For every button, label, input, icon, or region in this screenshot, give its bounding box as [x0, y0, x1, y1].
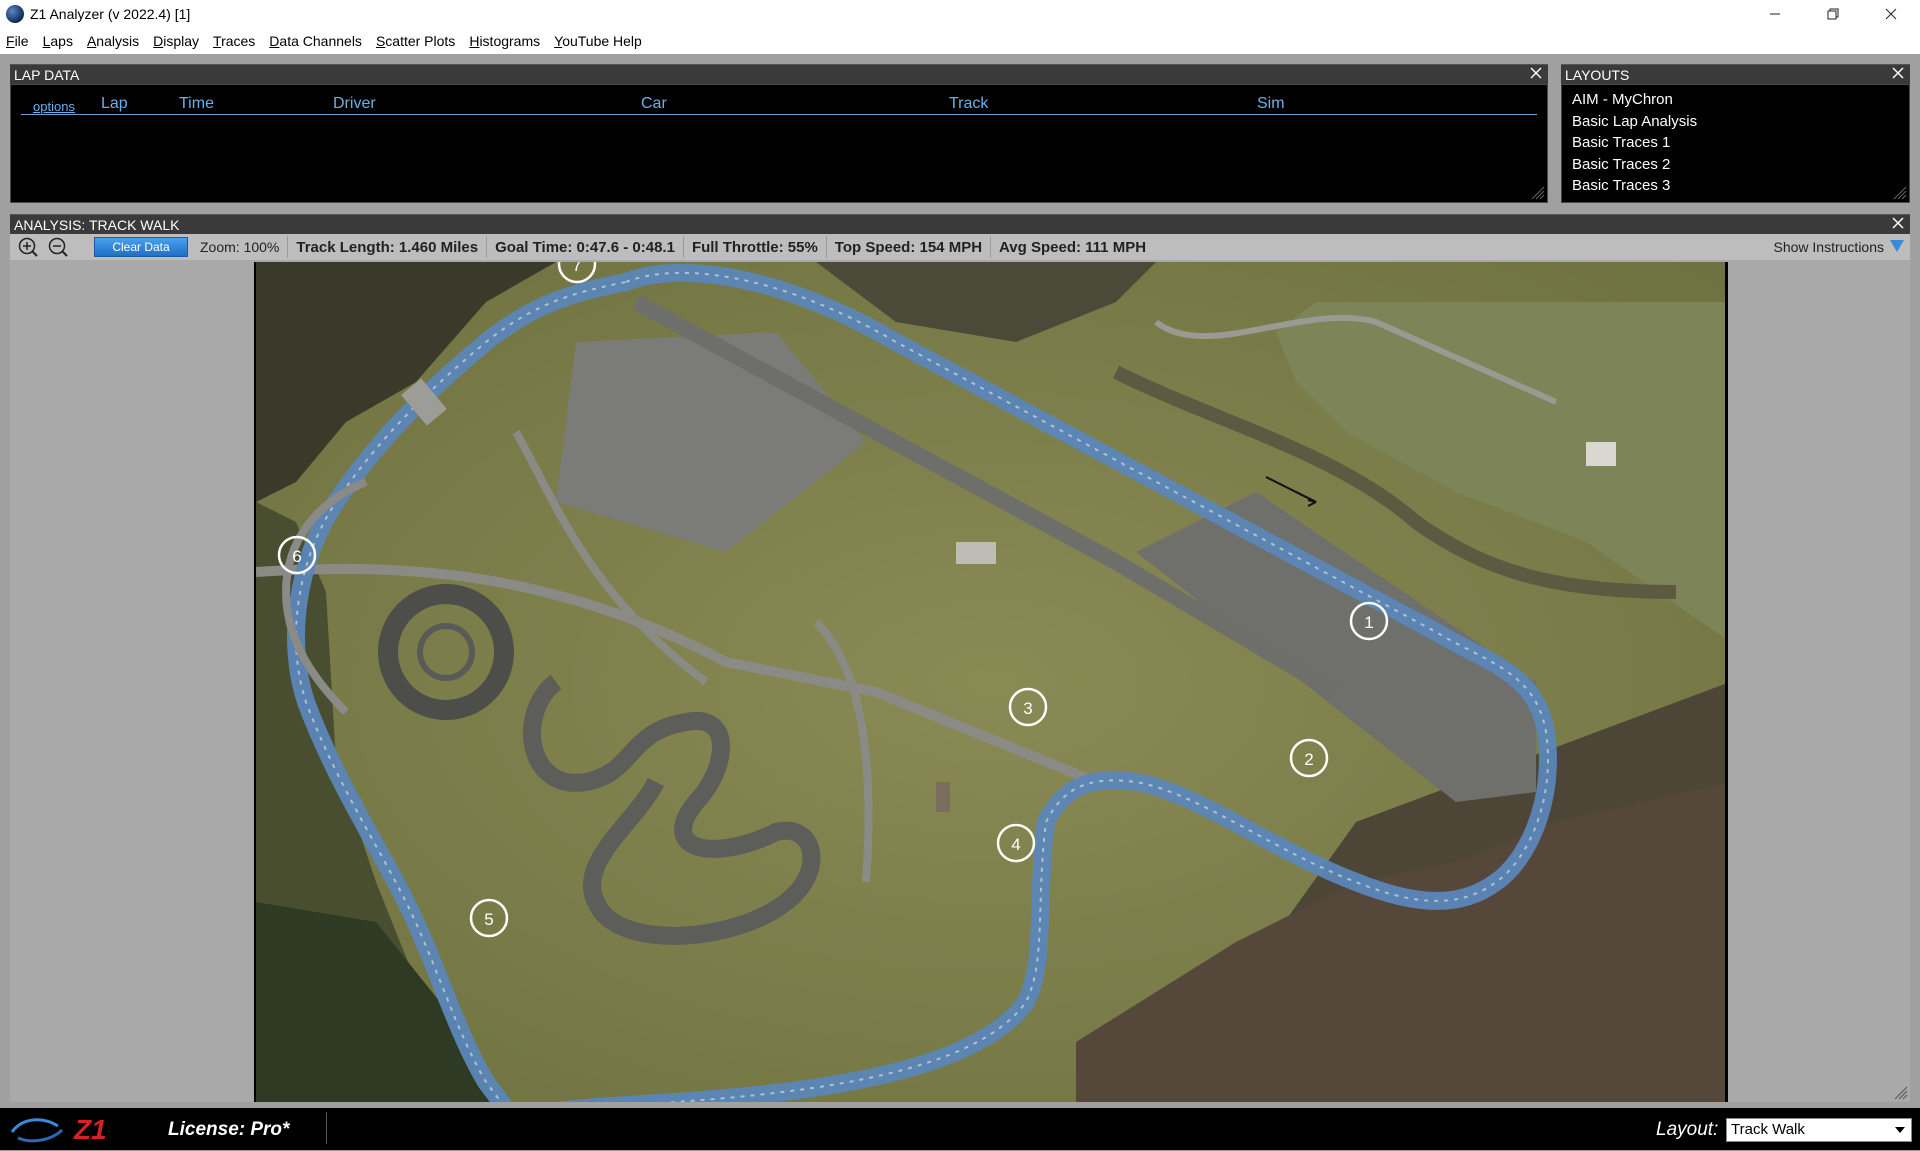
svg-text:1: 1 [1364, 613, 1373, 632]
lap-data-close-button[interactable] [1528, 66, 1544, 82]
menu-bar: File Laps Analysis Display Traces Data C… [0, 28, 1920, 54]
svg-text:4: 4 [1011, 835, 1020, 854]
menu-laps[interactable]: Laps [43, 33, 73, 49]
license-label: License: Pro* [168, 1119, 290, 1140]
analysis-header: ANALYSIS: TRACK WALK [10, 214, 1910, 234]
svg-text:7: 7 [572, 262, 581, 275]
restore-icon [1827, 8, 1839, 20]
column-lap[interactable]: Lap [101, 95, 128, 113]
menu-scatter-plots[interactable]: Scatter Plots [376, 33, 455, 49]
resize-grip-icon[interactable] [1531, 186, 1545, 200]
divider [326, 1112, 327, 1144]
analysis-title: ANALYSIS: TRACK WALK [14, 216, 180, 233]
track-map[interactable]: 1 2 3 4 5 6 7 [254, 262, 1728, 1102]
track-map-area: 1 2 3 4 5 6 7 [10, 260, 1910, 1102]
layout-label: Layout: [1656, 1119, 1719, 1140]
zoom-in-icon [18, 237, 38, 257]
column-driver[interactable]: Driver [333, 95, 376, 113]
analysis-close-button[interactable] [1890, 216, 1906, 232]
minimize-icon [1770, 13, 1780, 15]
app-icon [6, 5, 24, 23]
layout-item-basic-lap-analysis[interactable]: Basic Lap Analysis [1572, 111, 1697, 133]
chevron-down-icon [1895, 1127, 1905, 1133]
lap-data-column-headers: options Lap Time Driver Car Track Sim [21, 95, 1537, 115]
track-length: Track Length: 1.460 Miles [296, 238, 479, 256]
resize-grip-icon[interactable] [1893, 186, 1907, 200]
menu-file[interactable]: File [6, 33, 29, 49]
menu-youtube-help[interactable]: YouTube Help [554, 33, 642, 49]
avg-speed: Avg Speed: 111 MPH [999, 238, 1147, 256]
layout-item-basic-traces-2[interactable]: Basic Traces 2 [1572, 154, 1697, 176]
divider [287, 236, 289, 258]
layout-item-basic-traces-3[interactable]: Basic Traces 3 [1572, 175, 1697, 197]
title-bar: Z1 Analyzer (v 2022.4) [1] [0, 0, 1920, 28]
column-track[interactable]: Track [949, 95, 988, 113]
lap-data-table: options Lap Time Driver Car Track Sim [10, 84, 1548, 203]
menu-analysis[interactable]: Analysis [87, 33, 139, 49]
svg-text:2: 2 [1304, 750, 1313, 769]
z1-logo-icon: Z1 [10, 1114, 107, 1145]
close-icon [1892, 217, 1904, 229]
analysis-toolbar: Clear Data Zoom: 100% Track Length: 1.46… [10, 234, 1910, 260]
window-title: Z1 Analyzer (v 2022.4) [1] [30, 6, 191, 22]
layout-item-aim-mychron[interactable]: AIM - MyChron [1572, 89, 1697, 111]
layouts-header: LAYOUTS [1561, 64, 1910, 84]
full-throttle: Full Throttle: 55% [691, 238, 818, 256]
divider [825, 236, 827, 258]
zoom-level: Zoom: 100% [200, 239, 280, 255]
column-sim[interactable]: Sim [1257, 95, 1285, 113]
svg-text:Z1: Z1 [73, 1114, 107, 1145]
clear-data-button[interactable]: Clear Data [94, 237, 188, 257]
divider [990, 236, 992, 258]
close-icon [1885, 8, 1897, 20]
close-icon [1892, 67, 1904, 79]
menu-histograms[interactable]: Histograms [469, 33, 540, 49]
layouts-title: LAYOUTS [1565, 66, 1630, 83]
divider [486, 236, 488, 258]
svg-text:6: 6 [292, 547, 301, 566]
layout-select-value: Track Walk [1731, 1121, 1805, 1138]
triangle-down-icon[interactable] [1890, 240, 1904, 252]
top-speed: Top Speed: 154 MPH [834, 238, 983, 256]
close-button[interactable] [1862, 0, 1920, 28]
svg-text:5: 5 [484, 910, 493, 929]
layouts-close-button[interactable] [1890, 66, 1906, 82]
show-instructions-button[interactable]: Show Instructions [1774, 239, 1885, 255]
column-time[interactable]: Time [179, 95, 214, 113]
column-car[interactable]: Car [641, 95, 667, 113]
goal-time: Goal Time: 0:47.6 - 0:48.1 [495, 238, 675, 256]
zoom-in-button[interactable] [16, 236, 40, 258]
layouts-list: AIM - MyChron Basic Lap Analysis Basic T… [1572, 89, 1697, 197]
svg-text:3: 3 [1023, 699, 1032, 718]
divider [682, 236, 684, 258]
menu-display[interactable]: Display [153, 33, 199, 49]
menu-data-channels[interactable]: Data Channels [269, 33, 362, 49]
menu-traces[interactable]: Traces [213, 33, 255, 49]
z1-logo: Z1 [8, 1112, 148, 1151]
restore-button[interactable] [1804, 0, 1862, 28]
satellite-track-image: 1 2 3 4 5 6 7 [256, 262, 1725, 1102]
layout-select[interactable]: Track Walk [1726, 1118, 1912, 1142]
options-link[interactable]: options [33, 99, 75, 114]
close-icon [1530, 67, 1542, 79]
lap-data-title: LAP DATA [14, 66, 80, 83]
layout-item-basic-traces-1[interactable]: Basic Traces 1 [1572, 132, 1697, 154]
lap-data-header: LAP DATA [10, 64, 1548, 84]
layouts-list-panel: AIM - MyChron Basic Lap Analysis Basic T… [1561, 84, 1910, 203]
zoom-out-icon [48, 237, 68, 257]
resize-grip-icon[interactable] [1894, 1086, 1908, 1100]
zoom-out-button[interactable] [46, 236, 70, 258]
status-bar: Z1 License: Pro* Layout: Track Walk [0, 1108, 1920, 1150]
minimize-button[interactable] [1746, 0, 1804, 28]
